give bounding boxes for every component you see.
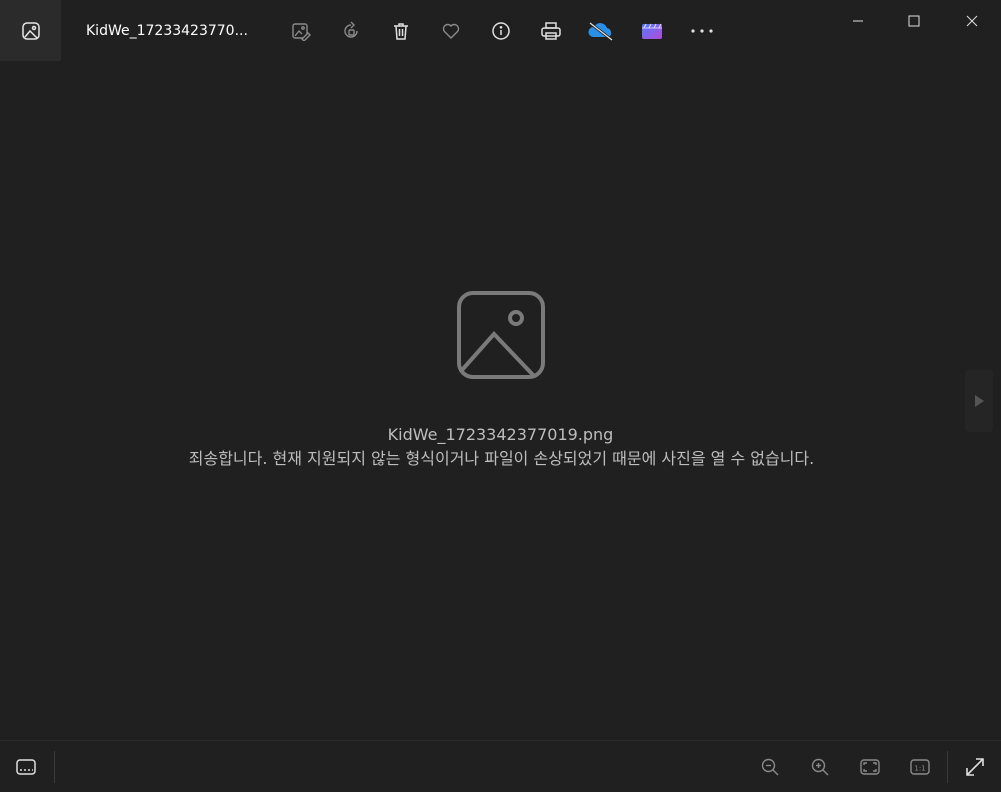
rotate-icon[interactable] (336, 16, 366, 46)
title-bar: KidWe_17233423770... (0, 0, 1001, 62)
print-icon[interactable] (536, 16, 566, 46)
favorite-icon[interactable] (436, 16, 466, 46)
chevron-right-icon (975, 395, 984, 407)
divider (947, 751, 948, 783)
minimize-icon[interactable] (843, 6, 873, 36)
image-viewer-area: KidWe_1723342377019.png 죄송합니다. 현재 지원되지 않… (0, 62, 1001, 740)
clipchamp-icon[interactable] (637, 16, 667, 46)
fit-to-window-icon[interactable] (856, 753, 884, 781)
zoom-in-icon[interactable] (806, 753, 834, 781)
actual-size-icon[interactable]: 1:1 (906, 753, 934, 781)
error-filename: KidWe_1723342377019.png (387, 425, 614, 444)
fullscreen-icon[interactable] (961, 753, 989, 781)
edit-image-icon[interactable] (286, 16, 316, 46)
next-image-button[interactable] (965, 370, 993, 432)
bottom-toolbar: 1:1 (0, 740, 1001, 792)
more-icon[interactable] (687, 16, 717, 46)
delete-icon[interactable] (386, 16, 416, 46)
maximize-icon[interactable] (899, 6, 929, 36)
error-message: 죄송합니다. 현재 지원되지 않는 형식이거나 파일이 손상되었기 때문에 사진… (188, 449, 815, 468)
filmstrip-icon[interactable] (12, 753, 40, 781)
broken-image-icon (456, 290, 546, 380)
svg-text:1:1: 1:1 (914, 765, 925, 773)
file-name-title: KidWe_17233423770... (86, 23, 248, 39)
divider (54, 751, 55, 783)
info-icon[interactable] (486, 16, 516, 46)
photos-window: KidWe_17233423770... KidWe_1723342377019… (0, 0, 1001, 792)
onedrive-icon[interactable] (586, 16, 616, 46)
zoom-out-icon[interactable] (756, 753, 784, 781)
photos-app-icon[interactable] (0, 0, 61, 61)
close-icon[interactable] (957, 6, 987, 36)
